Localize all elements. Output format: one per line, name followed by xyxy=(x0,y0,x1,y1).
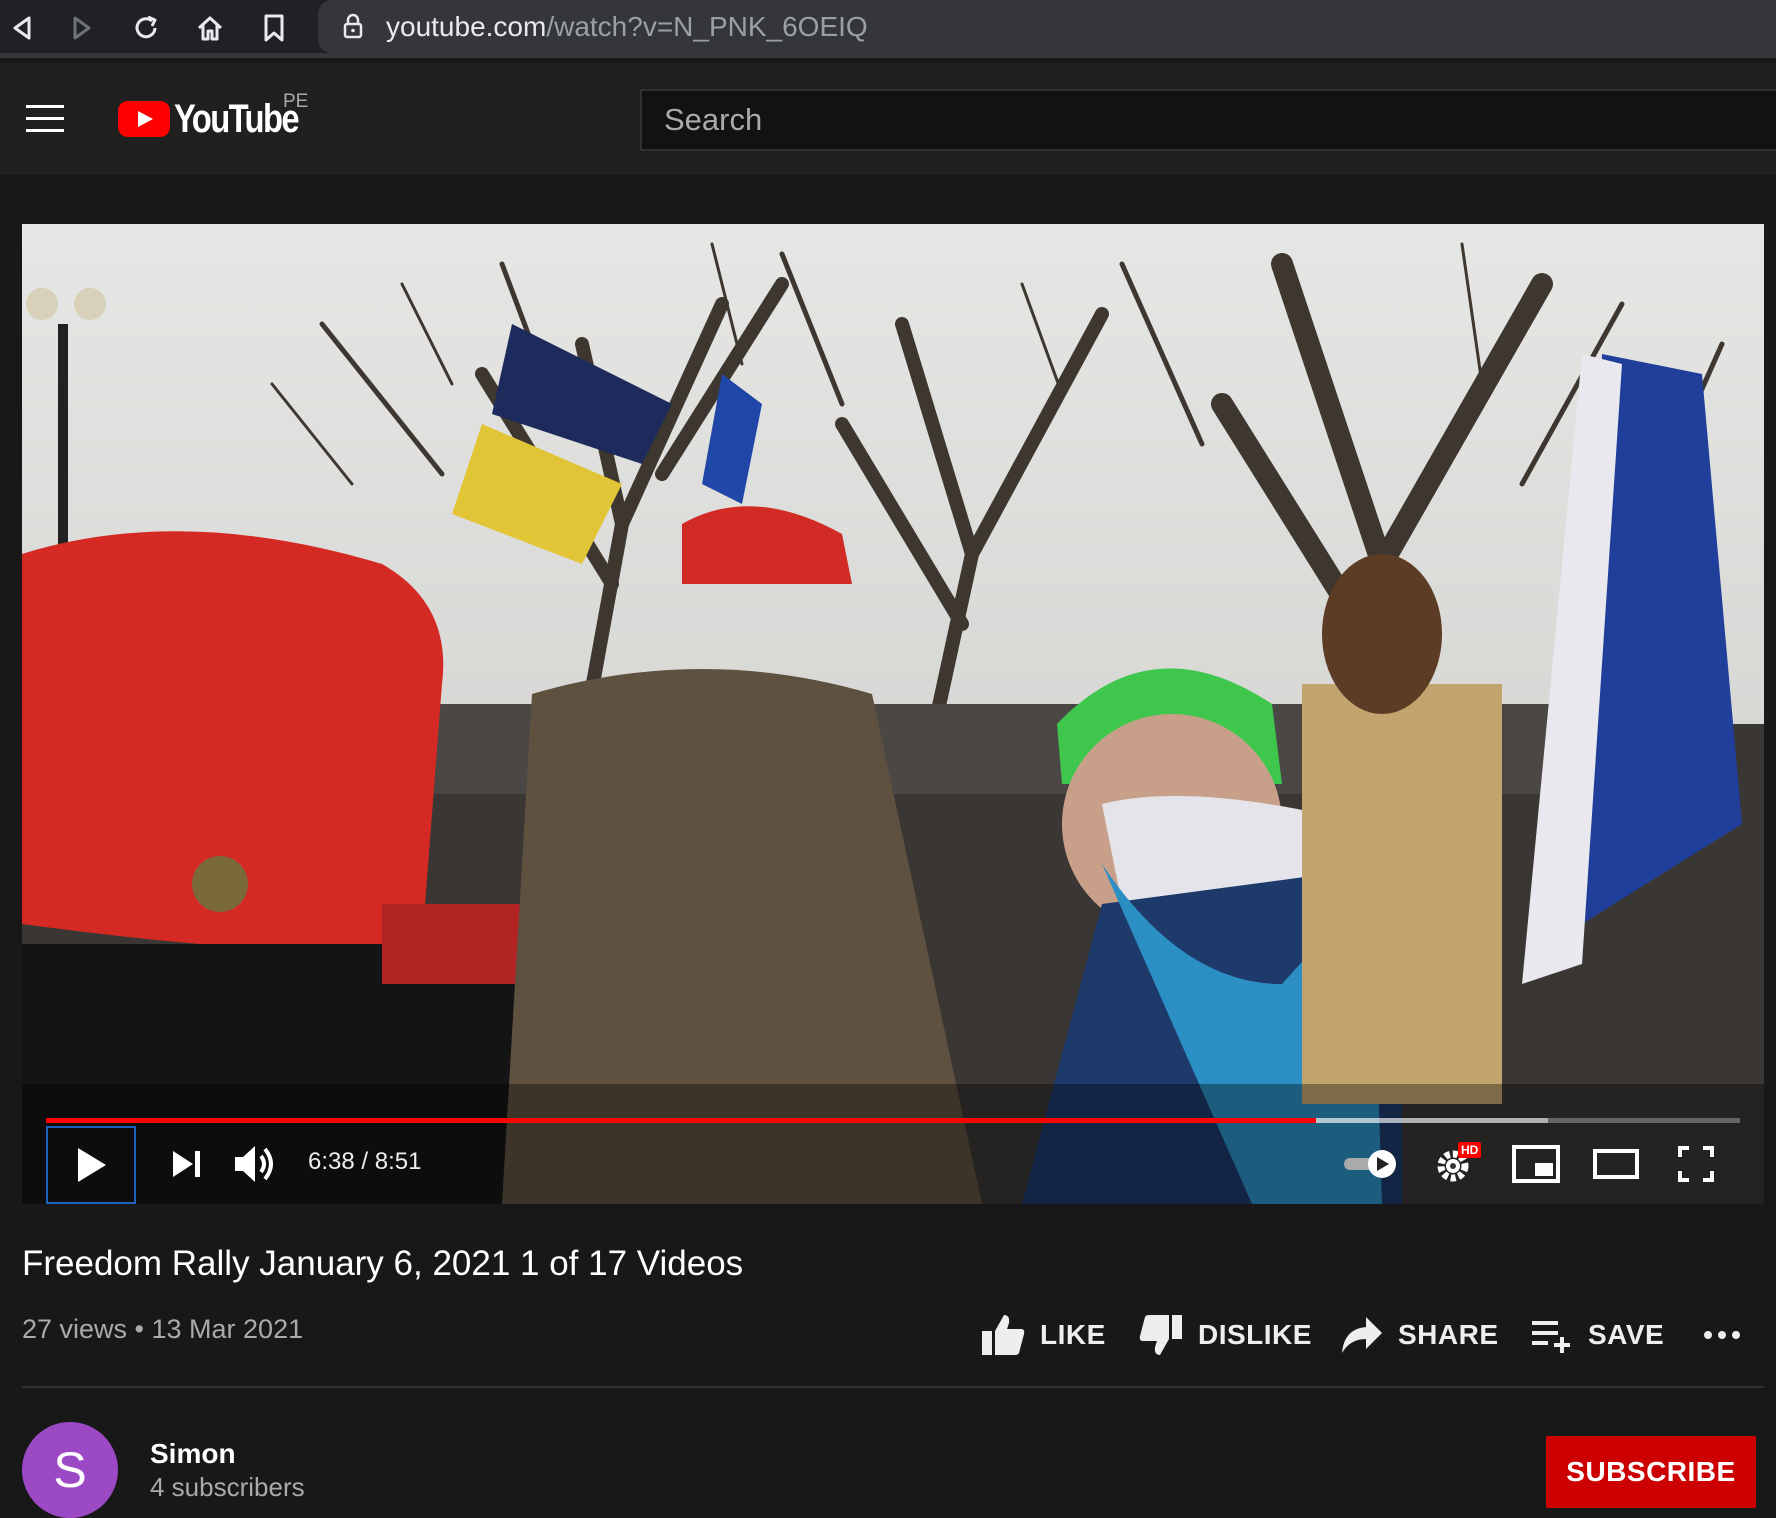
save-button[interactable]: SAVE xyxy=(1530,1310,1664,1360)
url-host: youtube.com xyxy=(386,11,547,42)
channel-name[interactable]: Simon xyxy=(150,1438,236,1470)
logo-text: YouTube xyxy=(174,96,300,141)
lock-icon xyxy=(343,13,363,39)
played-bar xyxy=(46,1118,1316,1123)
search-box xyxy=(640,89,1776,151)
channel-avatar[interactable]: S xyxy=(22,1422,118,1518)
reload-button[interactable] xyxy=(124,8,168,48)
volume-icon xyxy=(235,1146,273,1182)
back-button[interactable] xyxy=(0,8,44,48)
video-player[interactable]: 6:38 / 8:51 HD xyxy=(22,224,1764,1204)
fullscreen-button[interactable] xyxy=(1668,1140,1724,1188)
time-display: 6:38 / 8:51 xyxy=(308,1148,422,1175)
subscribe-button[interactable]: SUBSCRIBE xyxy=(1546,1436,1756,1508)
miniplayer-button[interactable] xyxy=(1508,1140,1564,1188)
dislike-label: DISLIKE xyxy=(1198,1319,1312,1350)
share-icon xyxy=(1342,1317,1382,1353)
next-button[interactable] xyxy=(162,1144,212,1184)
save-label: SAVE xyxy=(1588,1319,1665,1350)
section-divider xyxy=(22,1386,1764,1388)
share-button[interactable]: SHARE xyxy=(1340,1310,1499,1360)
share-label: SHARE xyxy=(1398,1319,1499,1350)
playlist-add-icon xyxy=(1532,1321,1570,1353)
play-icon xyxy=(78,1148,106,1182)
miniplayer-icon xyxy=(1512,1145,1560,1183)
settings-button[interactable]: HD xyxy=(1422,1138,1488,1190)
back-icon xyxy=(13,16,31,40)
forward-icon xyxy=(73,16,91,40)
home-button[interactable] xyxy=(188,8,232,48)
address-bar[interactable]: youtube.com/watch?v=N_PNK_6OEIQ xyxy=(318,0,1776,53)
video-title: Freedom Rally January 6, 2021 1 of 17 Vi… xyxy=(22,1244,744,1283)
bookmark-icon xyxy=(264,14,284,42)
hd-badge: HD xyxy=(1458,1142,1482,1158)
theater-icon xyxy=(1593,1149,1639,1179)
subscriber-count: 4 subscribers xyxy=(150,1472,305,1502)
autoplay-toggle-icon xyxy=(1344,1150,1396,1178)
thumbs-up-icon xyxy=(982,1315,1025,1355)
dislike-button[interactable]: DISLIKE xyxy=(1138,1310,1312,1360)
hamburger-menu-icon[interactable] xyxy=(26,105,64,133)
forward-button[interactable] xyxy=(60,8,104,48)
thumbs-down-icon xyxy=(1139,1315,1182,1355)
home-icon xyxy=(197,16,223,41)
search-input[interactable] xyxy=(664,91,1564,149)
play-button[interactable] xyxy=(46,1126,136,1204)
video-meta: 27 views • 13 Mar 2021 xyxy=(22,1314,304,1344)
url-text: youtube.com/watch?v=N_PNK_6OEIQ xyxy=(386,11,868,43)
video-frame xyxy=(22,224,1764,1204)
volume-button[interactable] xyxy=(228,1142,284,1186)
youtube-logo[interactable]: YouTube PE xyxy=(118,91,325,143)
browser-toolbar: youtube.com/watch?v=N_PNK_6OEIQ xyxy=(0,0,1776,58)
next-icon xyxy=(173,1151,200,1177)
player-controls: 6:38 / 8:51 HD xyxy=(22,1124,1764,1204)
like-button[interactable]: LIKE xyxy=(980,1310,1106,1360)
theater-button[interactable] xyxy=(1588,1140,1644,1188)
youtube-play-logo-icon xyxy=(118,101,170,137)
more-actions-button[interactable] xyxy=(1702,1310,1742,1360)
fullscreen-icon xyxy=(1678,1146,1714,1182)
autoplay-toggle[interactable] xyxy=(1340,1146,1402,1182)
youtube-header: YouTube PE xyxy=(0,63,1776,175)
more-horizontal-icon xyxy=(1704,1331,1740,1339)
url-path: /watch?v=N_PNK_6OEIQ xyxy=(546,11,868,42)
progress-bar[interactable] xyxy=(46,1118,1740,1123)
like-label: LIKE xyxy=(1040,1319,1106,1350)
reload-icon xyxy=(135,15,157,39)
country-code: PE xyxy=(283,91,309,112)
bookmark-button[interactable] xyxy=(252,8,296,48)
